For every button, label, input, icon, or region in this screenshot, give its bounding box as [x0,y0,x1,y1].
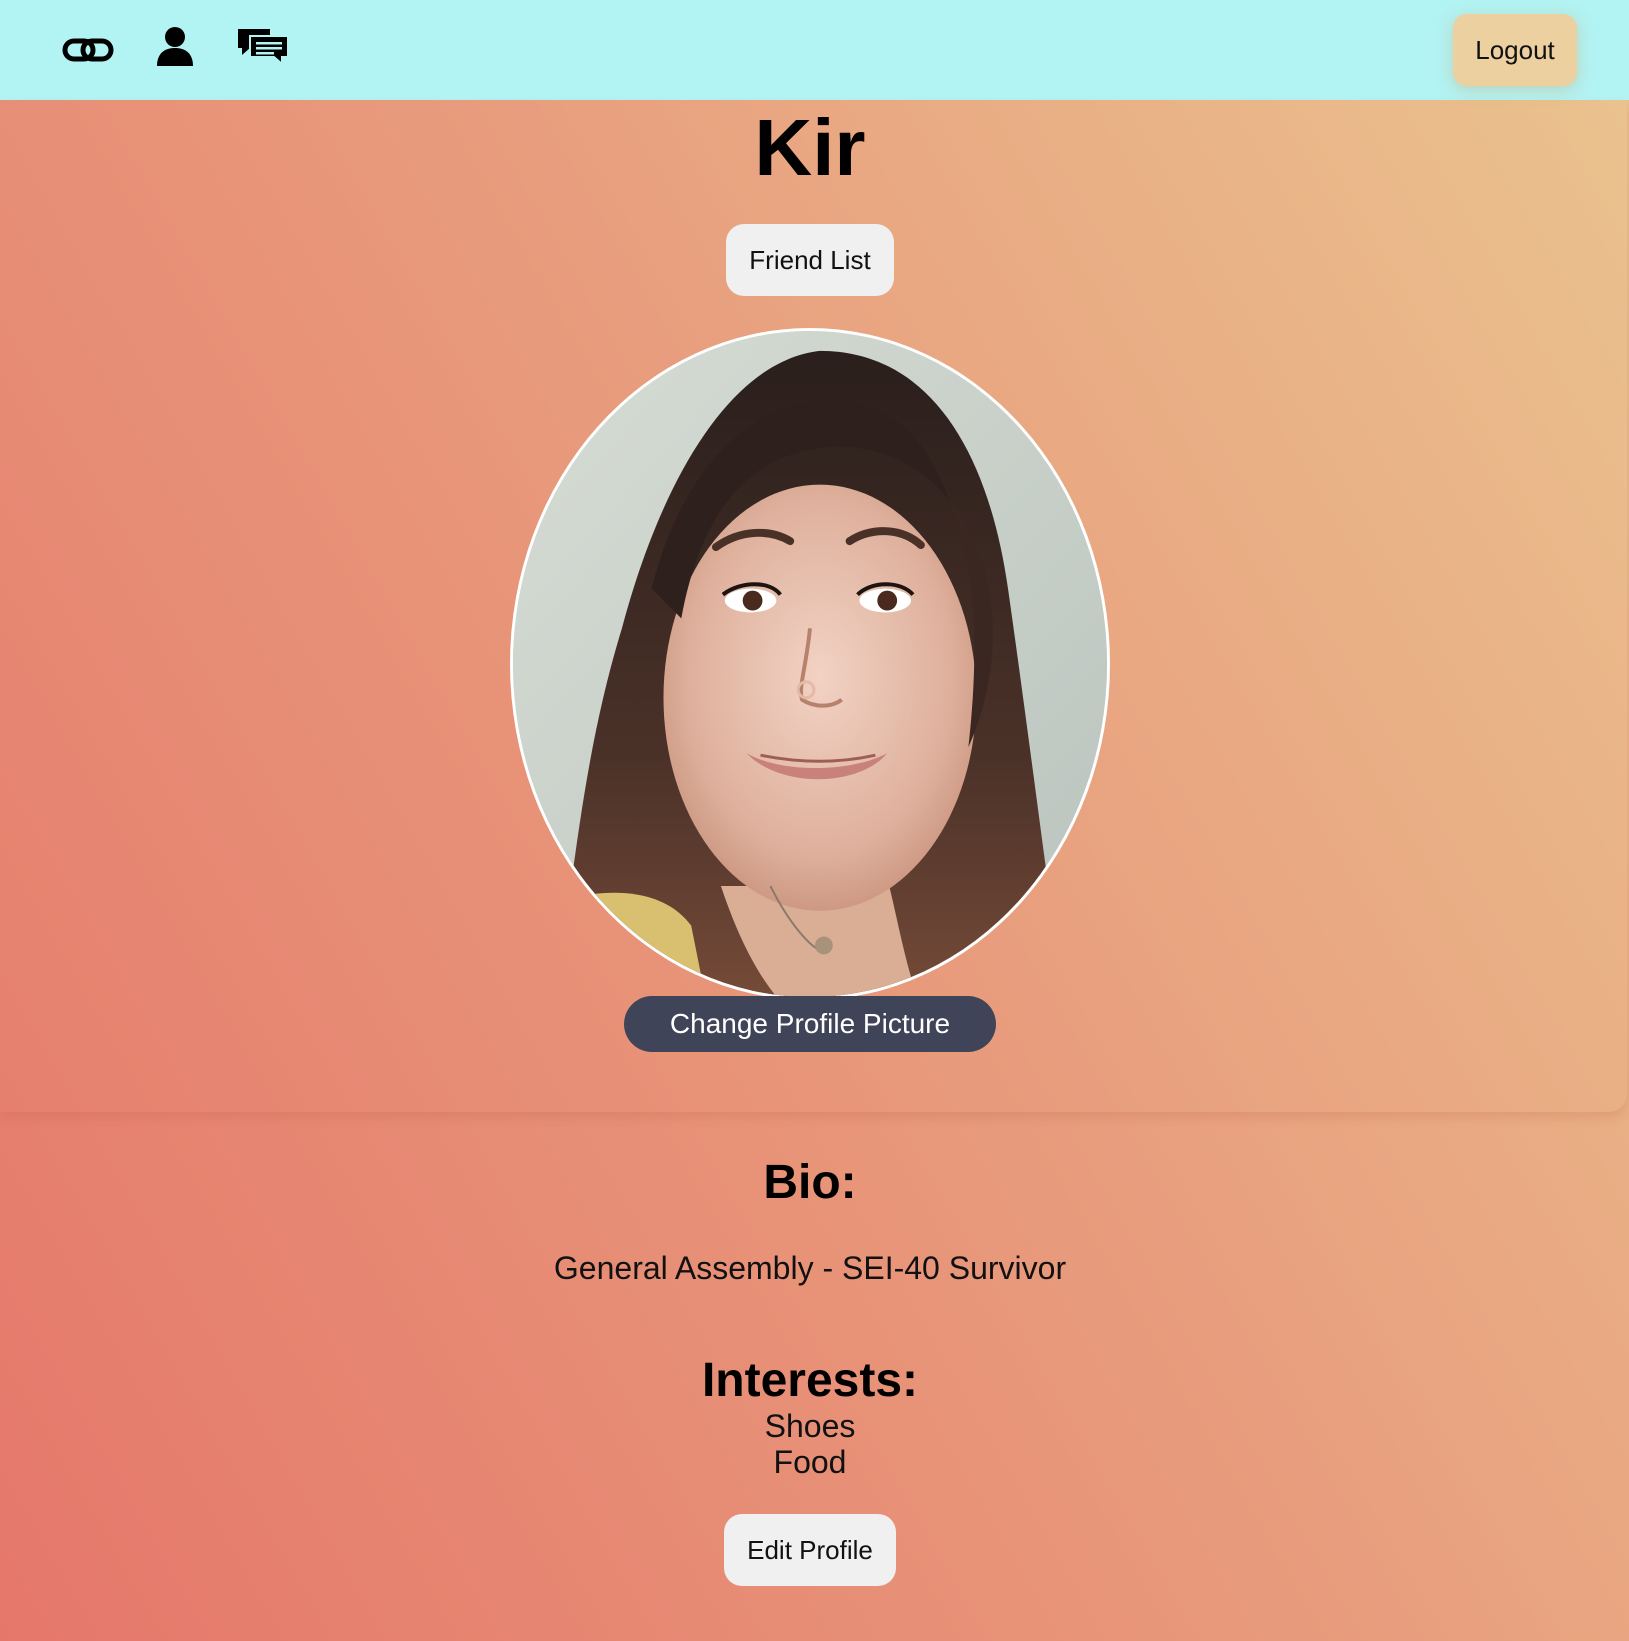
avatar [510,328,1110,1000]
user-icon[interactable] [152,24,198,68]
chat-icon[interactable] [234,24,292,68]
change-profile-picture-button[interactable]: Change Profile Picture [624,996,996,1052]
friend-list-button[interactable]: Friend List [726,224,894,296]
bio-heading: Bio: [763,1156,857,1209]
edit-profile-button[interactable]: Edit Profile [724,1514,896,1586]
interest-item: Shoes [764,1408,856,1444]
link-icon[interactable] [60,32,116,68]
interests-heading: Interests: [701,1354,919,1407]
logout-button[interactable]: Logout [1453,14,1577,86]
top-navbar: Logout [0,0,1629,100]
bio-text: General Assembly - SEI-40 Survivor [553,1250,1067,1286]
avatar-photo [513,331,1107,997]
interests-list: Shoes Food [0,1408,1620,1480]
interest-item: Food [773,1444,847,1480]
profile-name: Kir [754,103,866,192]
